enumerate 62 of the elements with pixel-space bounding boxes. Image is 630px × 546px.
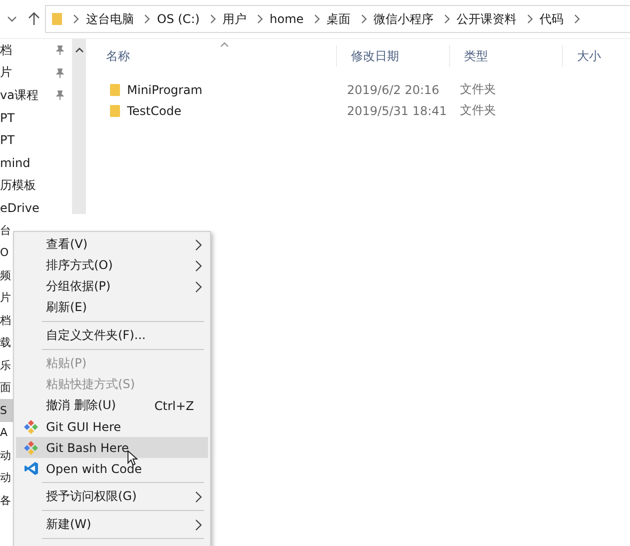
header-label: 名称 — [106, 48, 130, 64]
menu-item[interactable]: 自定义文件夹(F)... — [16, 325, 208, 346]
menu-item[interactable]: 刷新(E) — [16, 297, 208, 318]
chevron-icon[interactable] — [210, 14, 216, 24]
breadcrumb[interactable]: 用户 — [222, 10, 247, 28]
sidebar-item[interactable]: 片 — [0, 62, 72, 84]
folder-icon — [110, 104, 120, 116]
mouse-cursor-icon — [127, 450, 138, 466]
chevron-icon[interactable] — [73, 14, 79, 24]
file-type: 文件夹 — [459, 81, 497, 98]
menu-item[interactable]: 排序方式(O) — [16, 255, 208, 276]
address-bar[interactable]: 这台电脑 OS (C:) 用户 home 桌面 微信小程序 公开课资料 代码 — [45, 5, 630, 33]
header-label: 类型 — [464, 48, 488, 64]
chevron-icon[interactable] — [256, 14, 263, 24]
dropdown-icon[interactable] — [7, 16, 17, 22]
menu-item[interactable]: Git GUI Here — [16, 416, 208, 437]
breadcrumb[interactable]: home — [270, 12, 304, 26]
menu-item[interactable]: 撤消 删除(U) Ctrl+Z — [16, 395, 208, 416]
breadcrumb[interactable]: 公开课资料 — [456, 10, 517, 28]
breadcrumb[interactable]: 桌面 — [326, 10, 351, 28]
sidebar-item[interactable]: PT — [0, 106, 72, 129]
sidebar-item[interactable]: eDrive — [0, 196, 72, 219]
menu-item[interactable]: 新建(W) — [16, 514, 208, 535]
header-label: 修改日期 — [351, 48, 399, 64]
menu-item[interactable]: 授予访问权限(G) — [16, 486, 208, 507]
chevron-icon[interactable] — [526, 14, 533, 24]
chevron-icon[interactable] — [314, 14, 320, 24]
folder-icon — [51, 12, 63, 26]
breadcrumb[interactable]: 代码 — [540, 10, 564, 28]
menu-item[interactable]: Git Bash Here — [16, 437, 208, 458]
breadcrumb[interactable]: 微信小程序 — [374, 10, 434, 28]
code-editor-icon — [24, 461, 38, 476]
folder-icon — [110, 84, 120, 96]
file-type: 文件夹 — [459, 102, 497, 119]
chevron-icon[interactable] — [144, 14, 150, 24]
modified-date: 2019/6/2 20:16 — [346, 82, 440, 96]
column-header[interactable]: 类型 — [450, 45, 563, 67]
sidebar-item[interactable]: va课程 — [0, 84, 72, 106]
column-header[interactable]: 名称 — [92, 45, 337, 67]
chevron-icon[interactable] — [574, 14, 580, 24]
diamond-logo-icon — [23, 440, 39, 456]
sidebar-item[interactable]: 档 — [0, 39, 72, 62]
sidebar-item[interactable]: mind — [0, 152, 72, 174]
column-header[interactable]: 大小 — [563, 45, 623, 67]
diamond-logo-icon — [23, 418, 39, 434]
menu-item[interactable]: 查看(V) — [16, 234, 208, 255]
column-header[interactable]: 修改日期 — [337, 45, 450, 67]
scroll-up-icon[interactable] — [74, 47, 84, 53]
chevron-icon[interactable] — [360, 14, 367, 24]
file-name[interactable]: TestCode — [127, 104, 182, 118]
chevron-icon[interactable] — [444, 14, 450, 24]
sidebar-item[interactable]: PT — [0, 129, 72, 152]
scrollbar[interactable] — [72, 39, 86, 214]
breadcrumb[interactable]: OS (C:) — [157, 12, 200, 26]
menu-item[interactable]: Open with Code — [16, 458, 208, 479]
up-arrow-icon[interactable] — [28, 12, 40, 26]
header-label: 大小 — [577, 48, 601, 64]
menu-item[interactable]: 分组依据(P) — [16, 276, 208, 297]
file-name[interactable]: MiniProgram — [127, 82, 202, 96]
sidebar-item[interactable]: 历模板 — [0, 174, 72, 196]
breadcrumb[interactable]: 这台电脑 — [86, 10, 134, 28]
modified-date: 2019/5/31 18:41 — [346, 104, 448, 118]
